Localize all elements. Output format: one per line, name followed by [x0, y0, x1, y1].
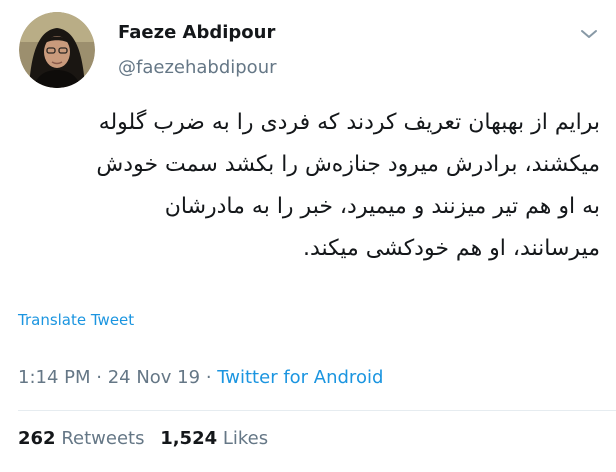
tweet-text-line: میکشند، برادرش میرود جنازه‌ش را بکشد سمت…	[96, 152, 600, 177]
retweets-count: 262	[18, 428, 56, 449]
tweet-text: برایم از بهبهان تعریف کردند که فردی را ب…	[14, 102, 600, 270]
author-display-name[interactable]: Faeze Abdipour	[118, 22, 275, 43]
tweet-text-line: میرسانند، او هم خودکشی میکند.	[302, 236, 600, 261]
likes-count: 1,524	[160, 428, 218, 449]
chevron-down-icon[interactable]	[578, 26, 600, 42]
tweet-date[interactable]: 24 Nov 19	[108, 367, 200, 388]
avatar[interactable]	[19, 12, 95, 88]
likes-stat[interactable]: 1,524 Likes	[160, 428, 268, 449]
retweets-label: Retweets	[61, 428, 145, 449]
translate-tweet-link[interactable]: Translate Tweet	[18, 311, 134, 329]
tweet-text-line: به او هم تیر میزنند و میمیرد، خبر را به …	[164, 194, 600, 219]
likes-label: Likes	[222, 428, 269, 449]
tweet-time[interactable]: 1:14 PM	[18, 367, 91, 388]
tweet-stats: 262 Retweets 1,524 Likes	[18, 428, 278, 449]
meta-separator: ·	[90, 367, 108, 388]
retweets-stat[interactable]: 262 Retweets	[18, 428, 144, 449]
tweet-source-link[interactable]: Twitter for Android	[217, 367, 383, 388]
divider	[18, 410, 616, 411]
tweet-meta: 1:14 PM · 24 Nov 19 · Twitter for Androi…	[18, 367, 383, 388]
tweet-text-line: برایم از بهبهان تعریف کردند که فردی را ب…	[98, 110, 600, 135]
author-handle[interactable]: @faezehabdipour	[118, 57, 277, 78]
meta-separator: ·	[200, 367, 218, 388]
tweet-card: Faeze Abdipour @faezehabdipour برایم از …	[0, 0, 616, 472]
